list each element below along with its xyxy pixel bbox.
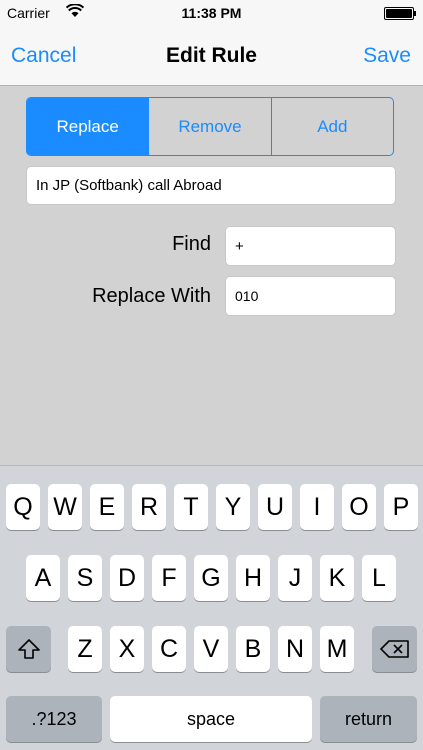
key-f[interactable]: F bbox=[152, 555, 186, 601]
key-q[interactable]: Q bbox=[6, 484, 40, 530]
key-c[interactable]: C bbox=[152, 626, 186, 672]
key-d[interactable]: D bbox=[110, 555, 144, 601]
key-h[interactable]: H bbox=[236, 555, 270, 601]
status-bar: Carrier 11:38 PM bbox=[0, 0, 423, 26]
backspace-icon bbox=[379, 640, 409, 658]
battery-icon bbox=[384, 7, 414, 20]
battery-tip bbox=[414, 11, 416, 16]
key-n[interactable]: N bbox=[278, 626, 312, 672]
rule-name-field[interactable]: In JP (Softbank) call Abroad bbox=[26, 166, 396, 205]
shift-icon bbox=[17, 639, 40, 659]
numbers-key[interactable]: .?123 bbox=[6, 696, 102, 742]
key-u[interactable]: U bbox=[258, 484, 292, 530]
return-key[interactable]: return bbox=[320, 696, 417, 742]
key-r[interactable]: R bbox=[132, 484, 166, 530]
key-x[interactable]: X bbox=[110, 626, 144, 672]
replace-with-label: Replace With bbox=[92, 285, 211, 307]
key-b[interactable]: B bbox=[236, 626, 270, 672]
key-e[interactable]: E bbox=[90, 484, 124, 530]
find-input[interactable]: + bbox=[225, 226, 396, 266]
key-z[interactable]: Z bbox=[68, 626, 102, 672]
segment-replace[interactable]: Replace bbox=[27, 98, 149, 155]
rule-type-segmented-control: Replace Remove Add bbox=[26, 97, 394, 156]
key-y[interactable]: Y bbox=[216, 484, 250, 530]
key-t[interactable]: T bbox=[174, 484, 208, 530]
save-button[interactable]: Save bbox=[363, 44, 411, 68]
key-s[interactable]: S bbox=[68, 555, 102, 601]
replace-with-input[interactable]: 010 bbox=[225, 276, 396, 316]
keyboard: Q W E R T Y U I O P A S D F G H J K L Z … bbox=[0, 465, 423, 750]
key-i[interactable]: I bbox=[300, 484, 334, 530]
key-k[interactable]: K bbox=[320, 555, 354, 601]
delete-key[interactable] bbox=[372, 626, 417, 672]
key-v[interactable]: V bbox=[194, 626, 228, 672]
key-g[interactable]: G bbox=[194, 555, 228, 601]
find-label: Find bbox=[172, 233, 211, 255]
cancel-button[interactable]: Cancel bbox=[11, 44, 76, 68]
segment-remove[interactable]: Remove bbox=[148, 98, 270, 155]
segment-add[interactable]: Add bbox=[270, 98, 393, 155]
key-o[interactable]: O bbox=[342, 484, 376, 530]
key-j[interactable]: J bbox=[278, 555, 312, 601]
key-p[interactable]: P bbox=[384, 484, 418, 530]
status-time: 11:38 PM bbox=[181, 5, 242, 21]
key-l[interactable]: L bbox=[362, 555, 396, 601]
space-key[interactable]: space bbox=[110, 696, 312, 742]
key-a[interactable]: A bbox=[26, 555, 60, 601]
nav-bar: Cancel Edit Rule Save bbox=[0, 26, 423, 86]
key-m[interactable]: M bbox=[320, 626, 354, 672]
key-w[interactable]: W bbox=[48, 484, 82, 530]
shift-key[interactable] bbox=[6, 626, 51, 672]
